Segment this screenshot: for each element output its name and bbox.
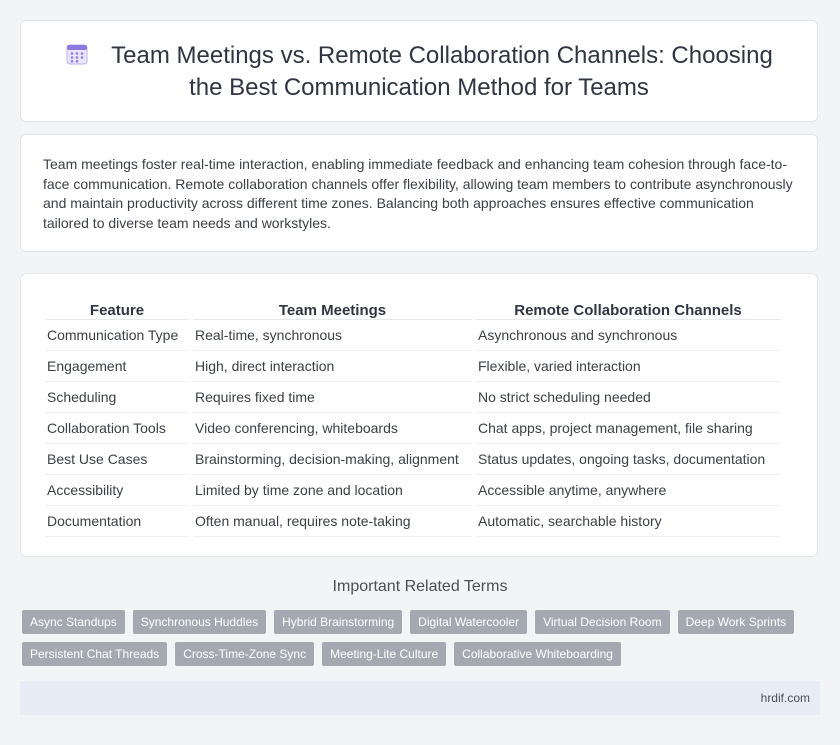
tag-persistent-chat-threads[interactable]: Persistent Chat Threads: [22, 642, 168, 666]
header-feature: Feature: [45, 296, 189, 320]
row-feature: Engagement: [45, 351, 189, 382]
row-team-meetings: Often manual, requires note-taking: [193, 506, 472, 537]
row-team-meetings: Limited by time zone and location: [193, 475, 472, 506]
row-team-meetings: High, direct interaction: [193, 351, 472, 382]
calendar-icon: [65, 42, 89, 73]
row-remote-collaboration: Status updates, ongoing tasks, documenta…: [476, 444, 780, 475]
header-team-meetings: Team Meetings: [193, 296, 472, 320]
header-remote-collaboration: Remote Collaboration Channels: [476, 296, 780, 320]
tag-virtual-decision-room[interactable]: Virtual Decision Room: [535, 610, 670, 634]
row-remote-collaboration: Chat apps, project management, file shar…: [476, 413, 780, 444]
row-feature: Collaboration Tools: [45, 413, 189, 444]
table-row: Best Use Cases Brainstorming, decision-m…: [45, 444, 780, 475]
table-row: Communication Type Real-time, synchronou…: [45, 320, 780, 351]
comparison-table: Feature Team Meetings Remote Collaborati…: [41, 296, 784, 537]
row-remote-collaboration: Flexible, varied interaction: [476, 351, 780, 382]
row-remote-collaboration: Accessible anytime, anywhere: [476, 475, 780, 506]
table-row: Engagement High, direct interaction Flex…: [45, 351, 780, 382]
row-team-meetings: Brainstorming, decision-making, alignmen…: [193, 444, 472, 475]
row-feature: Best Use Cases: [45, 444, 189, 475]
row-team-meetings: Video conferencing, whiteboards: [193, 413, 472, 444]
related-terms-title: Important Related Terms: [332, 578, 508, 595]
footer: hrdif.com: [20, 681, 820, 715]
tag-meeting-lite-culture[interactable]: Meeting-Lite Culture: [322, 642, 447, 666]
row-feature: Documentation: [45, 506, 189, 537]
row-feature: Accessibility: [45, 475, 189, 506]
row-remote-collaboration: No strict scheduling needed: [476, 382, 780, 413]
row-team-meetings: Real-time, synchronous: [193, 320, 472, 351]
footer-site[interactable]: hrdif.com: [761, 691, 810, 705]
row-remote-collaboration: Asynchronous and synchronous: [476, 320, 780, 351]
tag-deep-work-sprints[interactable]: Deep Work Sprints: [677, 610, 795, 634]
tag-hybrid-brainstorming[interactable]: Hybrid Brainstorming: [274, 610, 403, 634]
related-terms-tags: Async Standups Synchronous Huddles Hybri…: [22, 610, 812, 666]
tag-digital-watercooler[interactable]: Digital Watercooler: [410, 610, 528, 634]
row-team-meetings: Requires fixed time: [193, 382, 472, 413]
intro-card: Team meetings foster real-time interacti…: [20, 134, 818, 252]
table-row: Scheduling Requires fixed time No strict…: [45, 382, 780, 413]
row-feature: Scheduling: [45, 382, 189, 413]
tag-async-standups[interactable]: Async Standups: [22, 610, 125, 634]
table-row: Collaboration Tools Video conferencing, …: [45, 413, 780, 444]
page-title-wrap: Team Meetings vs. Remote Collaboration C…: [51, 41, 787, 102]
tag-cross-time-zone-sync[interactable]: Cross-Time-Zone Sync: [175, 642, 315, 666]
title-card: Team Meetings vs. Remote Collaboration C…: [20, 20, 818, 122]
tag-collaborative-whiteboarding[interactable]: Collaborative Whiteboarding: [454, 642, 621, 666]
tag-synchronous-huddles[interactable]: Synchronous Huddles: [132, 610, 267, 634]
row-remote-collaboration: Automatic, searchable history: [476, 506, 780, 537]
table-row: Documentation Often manual, requires not…: [45, 506, 780, 537]
intro-text: Team meetings foster real-time interacti…: [43, 156, 793, 231]
page-title: Team Meetings vs. Remote Collaboration C…: [111, 41, 773, 101]
table-header-row: Feature Team Meetings Remote Collaborati…: [45, 296, 780, 320]
comparison-table-card: Feature Team Meetings Remote Collaborati…: [20, 273, 818, 557]
table-row: Accessibility Limited by time zone and l…: [45, 475, 780, 506]
row-feature: Communication Type: [45, 320, 189, 351]
